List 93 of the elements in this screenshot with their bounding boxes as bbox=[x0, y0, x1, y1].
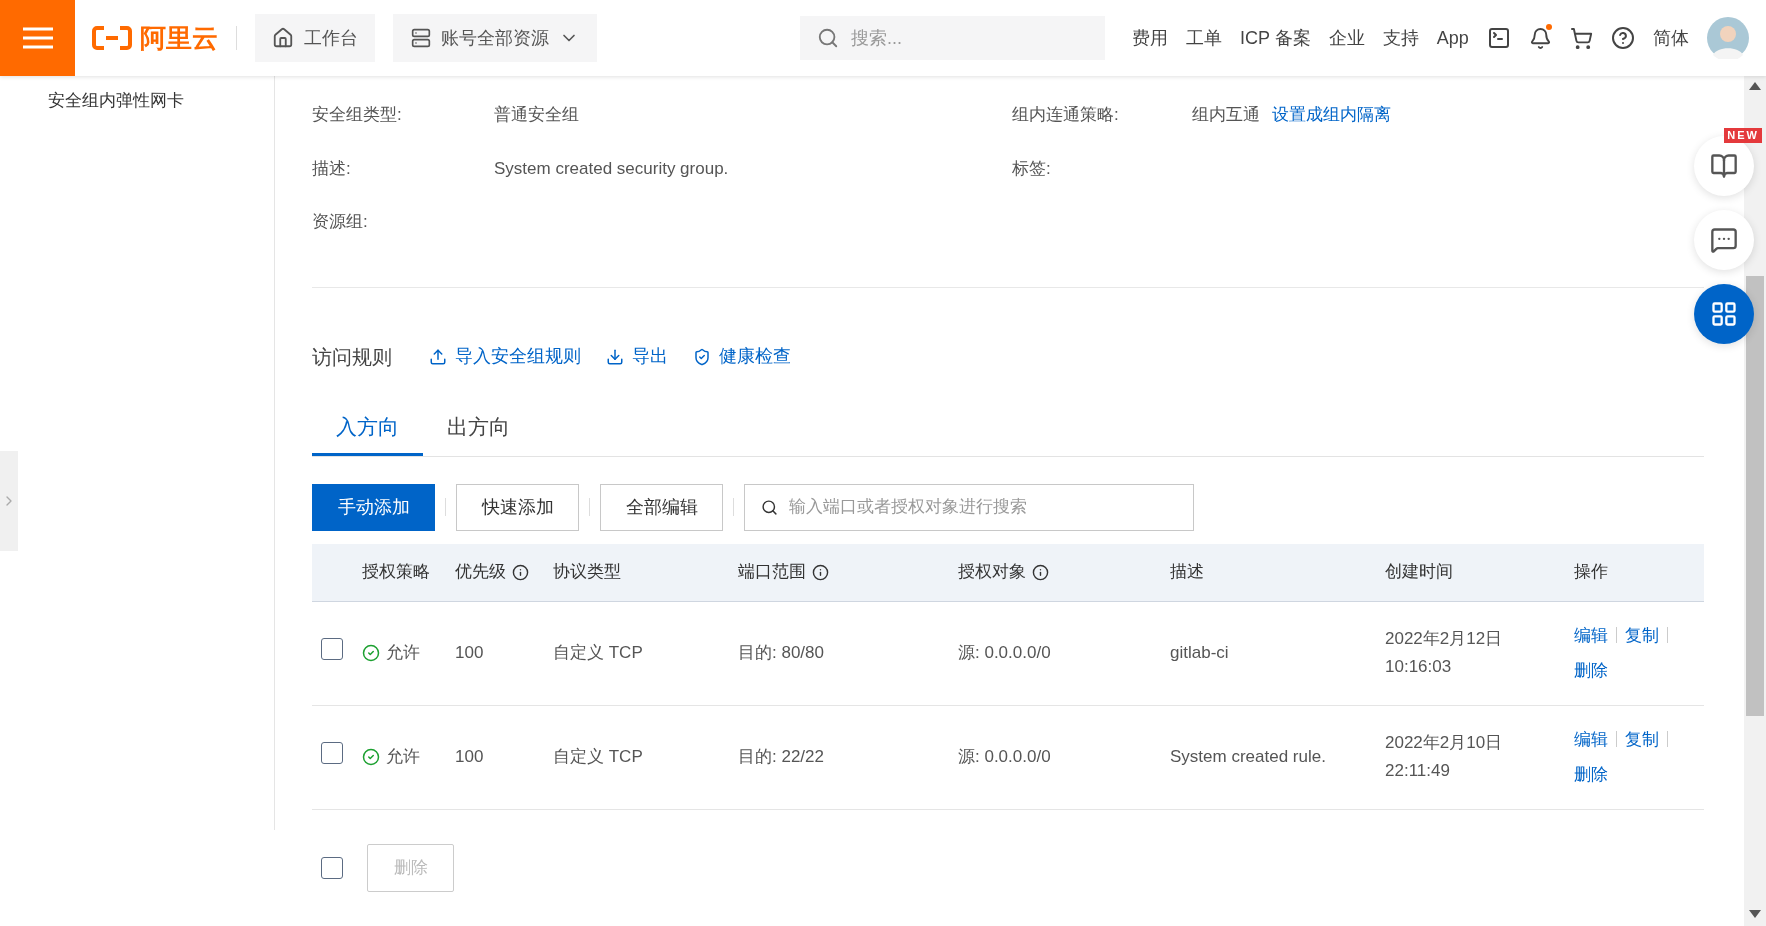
toolbar-link[interactable]: 健康检查 bbox=[693, 343, 791, 370]
table-cell-text: 允许 bbox=[386, 746, 420, 769]
toolbar-button[interactable]: 快速添加 bbox=[456, 483, 579, 531]
direction-tab[interactable]: 出方向 bbox=[423, 401, 534, 456]
info-icon[interactable] bbox=[812, 563, 829, 581]
scrollbar-thumb[interactable] bbox=[1746, 276, 1764, 716]
new-badge: NEW bbox=[1724, 128, 1762, 143]
menu-button[interactable] bbox=[0, 0, 75, 76]
workbench-button[interactable]: 工作台 bbox=[255, 14, 375, 62]
nav-link[interactable]: ICP 备案 bbox=[1240, 24, 1311, 52]
allow-icon bbox=[362, 748, 380, 766]
checkbox[interactable] bbox=[321, 638, 343, 661]
feedback-button[interactable] bbox=[1694, 210, 1754, 270]
allow-icon bbox=[362, 644, 380, 662]
scroll-up-icon[interactable] bbox=[1749, 82, 1761, 90]
import-icon bbox=[429, 347, 447, 366]
detail-label: 资源组: bbox=[312, 211, 369, 233]
sidebar-item[interactable]: 安全组内弹性网卡 bbox=[0, 88, 274, 114]
health-icon bbox=[693, 347, 711, 366]
info-icon[interactable] bbox=[512, 563, 529, 581]
detail-value: 组内互通 bbox=[1192, 104, 1260, 126]
table-cell-text: 2022年2月12日 bbox=[1385, 628, 1504, 650]
toolbar-button[interactable]: 手动添加 bbox=[312, 483, 435, 531]
table-cell-text: System created rule. bbox=[1170, 746, 1327, 769]
toolbar-link[interactable]: 导出 bbox=[606, 343, 668, 370]
table-cell-text: 源: 0.0.0.0/0 bbox=[958, 642, 1052, 665]
cart-icon[interactable] bbox=[1569, 26, 1593, 50]
detail-value: System created security group. bbox=[494, 157, 729, 180]
table-cell-text: 目的: 80/80 bbox=[738, 642, 825, 665]
table-cell-text: 22:11:49 bbox=[1385, 760, 1451, 782]
nav-link[interactable]: 企业 bbox=[1328, 24, 1365, 52]
search-icon bbox=[817, 27, 839, 49]
column-header: 授权对象 bbox=[958, 561, 1026, 584]
chat-icon bbox=[1710, 226, 1738, 254]
nav-link[interactable]: App bbox=[1436, 24, 1469, 52]
menu-icon bbox=[22, 27, 53, 49]
table-cell-text: 源: 0.0.0.0/0 bbox=[958, 746, 1052, 769]
detail-value: 普通安全组 bbox=[494, 104, 579, 126]
row-action-link[interactable]: 编辑 bbox=[1574, 726, 1608, 752]
direction-tab[interactable]: 入方向 bbox=[312, 401, 423, 456]
column-header: 创建时间 bbox=[1385, 561, 1453, 584]
export-icon bbox=[606, 347, 624, 366]
delete-button: 删除 bbox=[367, 843, 454, 892]
search-field[interactable]: 搜索... bbox=[800, 16, 1105, 60]
table-cell-text: gitlab-ci bbox=[1170, 642, 1230, 665]
isolation-link[interactable]: 设置成组内隔离 bbox=[1272, 102, 1391, 128]
row-action-link[interactable]: 复制 bbox=[1625, 726, 1659, 752]
toolbar-link[interactable]: 导入安全组规则 bbox=[429, 343, 581, 370]
grid-icon bbox=[1710, 300, 1738, 328]
nav-link[interactable]: 费用 bbox=[1132, 24, 1168, 52]
row-action-link[interactable]: 复制 bbox=[1625, 622, 1659, 648]
row-action-link[interactable]: 编辑 bbox=[1574, 622, 1608, 648]
column-header: 描述 bbox=[1170, 561, 1204, 584]
help-icon[interactable] bbox=[1610, 26, 1635, 50]
checkbox[interactable] bbox=[321, 856, 343, 879]
scroll-down-icon[interactable] bbox=[1749, 910, 1761, 918]
column-header: 端口范围 bbox=[738, 561, 806, 584]
detail-label: 安全组类型: bbox=[312, 104, 403, 126]
detail-label: 组内连通策略: bbox=[1012, 104, 1120, 126]
resources-dropdown[interactable]: 账号全部资源 bbox=[393, 14, 597, 62]
table-cell-text: 自定义 TCP bbox=[553, 746, 644, 769]
search-icon bbox=[761, 498, 778, 516]
row-action-link[interactable]: 删除 bbox=[1574, 762, 1608, 788]
section-title: 访问规则 bbox=[312, 344, 392, 370]
column-header: 优先级 bbox=[455, 561, 506, 584]
column-header: 协议类型 bbox=[553, 561, 621, 584]
checkbox[interactable] bbox=[321, 742, 343, 765]
info-icon[interactable] bbox=[1032, 563, 1049, 581]
table-cell-text: 2022年2月10日 bbox=[1385, 732, 1504, 754]
apps-button[interactable] bbox=[1694, 284, 1754, 344]
row-action-link[interactable]: 删除 bbox=[1574, 658, 1608, 684]
table-cell-text: 100 bbox=[455, 642, 485, 665]
table-cell-text: 自定义 TCP bbox=[553, 642, 644, 665]
server-icon bbox=[411, 28, 431, 48]
column-header: 授权策略 bbox=[362, 561, 430, 584]
detail-label: 描述: bbox=[312, 157, 352, 180]
collapse-handle[interactable] bbox=[0, 451, 18, 551]
detail-label: 标签: bbox=[1012, 157, 1052, 180]
table-cell-text: 100 bbox=[455, 746, 485, 769]
table-cell-text: 10:16:03 bbox=[1385, 656, 1453, 678]
table-cell-text: 允许 bbox=[386, 642, 420, 665]
table-cell-text: 目的: 22/22 bbox=[738, 746, 825, 769]
home-icon bbox=[272, 27, 294, 49]
terminal-icon[interactable] bbox=[1486, 26, 1511, 50]
nav-link[interactable]: 工单 bbox=[1186, 24, 1222, 52]
nav-link[interactable]: 支持 bbox=[1382, 24, 1419, 52]
rule-search-field[interactable]: 输入端口或者授权对象进行搜索 bbox=[744, 483, 1194, 531]
column-header: 操作 bbox=[1574, 561, 1608, 584]
book-icon bbox=[1710, 152, 1738, 180]
logo-icon bbox=[92, 25, 132, 51]
toolbar-button[interactable]: 全部编辑 bbox=[600, 483, 723, 531]
language-link[interactable]: 简体 bbox=[1652, 24, 1689, 52]
notification-button[interactable] bbox=[1528, 26, 1552, 50]
